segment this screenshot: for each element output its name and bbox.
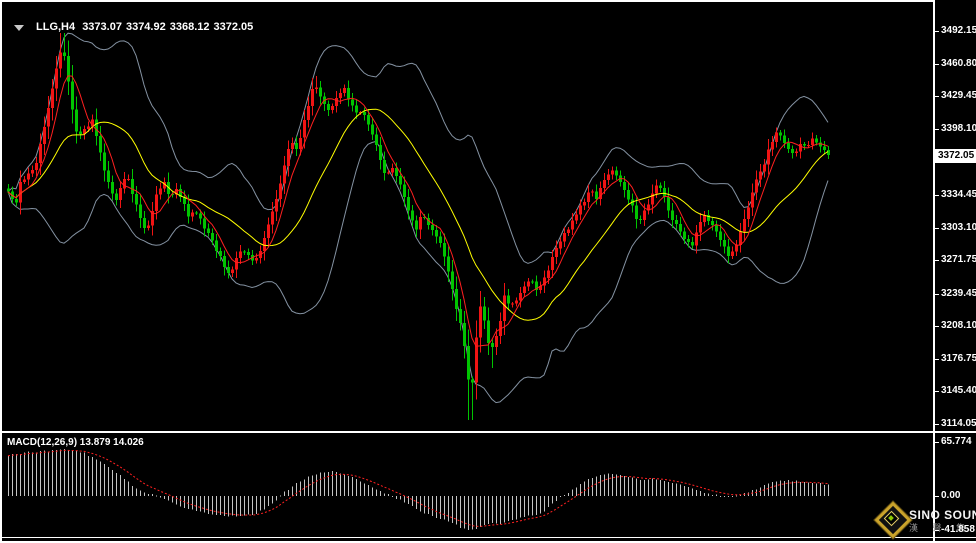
current-price-tag: 3372.05: [935, 149, 976, 163]
price-axis-label: 3239.45: [941, 288, 976, 300]
macd-indicator-area[interactable]: [8, 449, 829, 530]
panel-divider[interactable]: [0, 431, 976, 433]
chart-collapse-triangle-icon[interactable]: [14, 25, 24, 31]
price-axis-label-tick: [935, 260, 939, 261]
symbol-timeframe: LLG,H4: [36, 21, 75, 33]
price-axis-label-tick: [935, 64, 939, 65]
gold-diamond-icon: [876, 503, 906, 533]
price-axis-label: 3145.40: [941, 385, 976, 397]
macd-axis-label: 65.774: [941, 436, 972, 448]
ohlc-close: 3372.05: [213, 21, 253, 33]
ohlc-low: 3368.12: [170, 21, 210, 33]
price-axis-label-tick: [935, 391, 939, 392]
macd-axis-label-tick: [935, 530, 939, 531]
price-axis-label-tick: [935, 129, 939, 130]
price-and-macd-chart[interactable]: [0, 0, 976, 543]
price-axis-label: 3176.75: [941, 353, 976, 365]
logo-text-en: SINO SOUND: [909, 509, 976, 521]
main-chart-area[interactable]: [7, 33, 830, 420]
macd-axis-label: 0.00: [941, 490, 960, 502]
price-axis-label: 3492.15: [941, 25, 976, 37]
chart-window: LLG,H4 3373.073374.923368.123372.05 MACD…: [0, 0, 976, 543]
price-axis-label: 3271.75: [941, 254, 976, 266]
price-axis-label: 3208.10: [941, 320, 976, 332]
price-axis-label: 3334.45: [941, 189, 976, 201]
left-frame-line: [0, 0, 2, 543]
macd-axis-label: -41.858: [941, 524, 975, 536]
price-axis-label: 3429.45: [941, 90, 976, 102]
price-axis-label-tick: [935, 195, 939, 196]
price-axis-label-tick: [935, 31, 939, 32]
price-axis-label: 3114.05: [941, 418, 976, 430]
price-axis-label-tick: [935, 326, 939, 327]
bottom-frame-line-1: [0, 537, 976, 538]
macd-indicator-label: MACD(12,26,9) 13.879 14.026: [7, 437, 144, 448]
price-axis-label: 3398.10: [941, 123, 976, 135]
price-axis-label-tick: [935, 294, 939, 295]
macd-axis-label-tick: [935, 496, 939, 497]
axis-separator-line[interactable]: [933, 0, 935, 543]
ohlc-open: 3373.07: [82, 21, 122, 33]
price-axis-label: 3460.80: [941, 58, 976, 70]
price-axis-label-tick: [935, 424, 939, 425]
price-axis-label-tick: [935, 228, 939, 229]
macd-axis-label-tick: [935, 442, 939, 443]
price-axis-label-tick: [935, 96, 939, 97]
price-axis-label-tick: [935, 359, 939, 360]
ohlc-high: 3374.92: [126, 21, 166, 33]
symbol-header: LLG,H4 3373.07 3374.92 3368.123372.05: [36, 21, 257, 33]
price-axis-label: 3303.10: [941, 222, 976, 234]
top-frame-line: [0, 0, 935, 2]
